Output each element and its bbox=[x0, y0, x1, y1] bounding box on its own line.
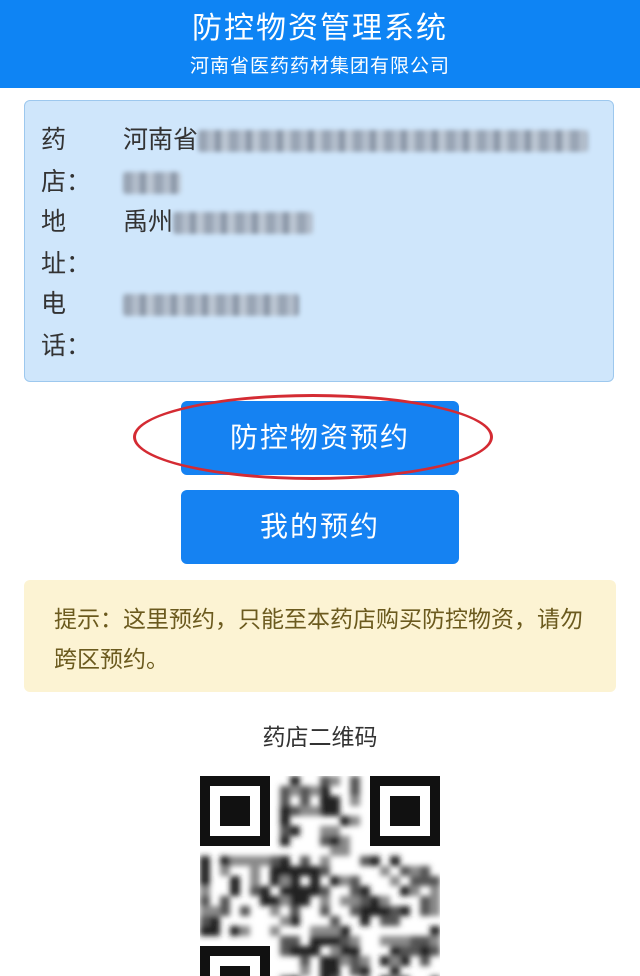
store-info-card: 药店： 河南省 地址： 禹州 电话： bbox=[24, 100, 614, 382]
store-name-label: 药店： bbox=[41, 125, 92, 196]
qr-finder-top-left bbox=[200, 776, 270, 846]
company-name: 河南省医药药材集团有限公司 bbox=[189, 55, 450, 77]
qr-finder-bottom-left bbox=[200, 946, 270, 976]
notice-box: 提示：这里预约，只能至本药店购买防控物资，请勿跨区预约。 bbox=[24, 580, 616, 692]
reserve-supplies-button[interactable]: 防控物资预约 bbox=[181, 401, 459, 475]
address-visible: 禹州 bbox=[123, 207, 174, 236]
redacted-phone bbox=[123, 294, 299, 316]
phone-label: 电话： bbox=[41, 289, 92, 360]
address-label: 地址： bbox=[41, 207, 92, 278]
page-title: 防控物资管理系统 bbox=[192, 11, 448, 46]
my-reservations-button[interactable]: 我的预约 bbox=[181, 490, 459, 564]
address-value: 禹州 bbox=[123, 201, 314, 243]
redacted-store-name-line2 bbox=[123, 172, 181, 194]
qr-finder-top-right bbox=[370, 776, 440, 846]
qr-code-image bbox=[200, 776, 440, 976]
app-header: 防控物资管理系统 河南省医药药材集团有限公司 bbox=[0, 0, 640, 88]
redacted-store-name bbox=[198, 130, 589, 152]
phone-value bbox=[123, 283, 299, 325]
redacted-address bbox=[173, 212, 314, 234]
store-name-value: 河南省 bbox=[123, 119, 589, 203]
qr-code-label: 药店二维码 bbox=[262, 725, 378, 751]
notice-text: 提示：这里预约，只能至本药店购买防控物资，请勿跨区预约。 bbox=[54, 607, 583, 673]
store-name-visible: 河南省 bbox=[123, 125, 199, 154]
